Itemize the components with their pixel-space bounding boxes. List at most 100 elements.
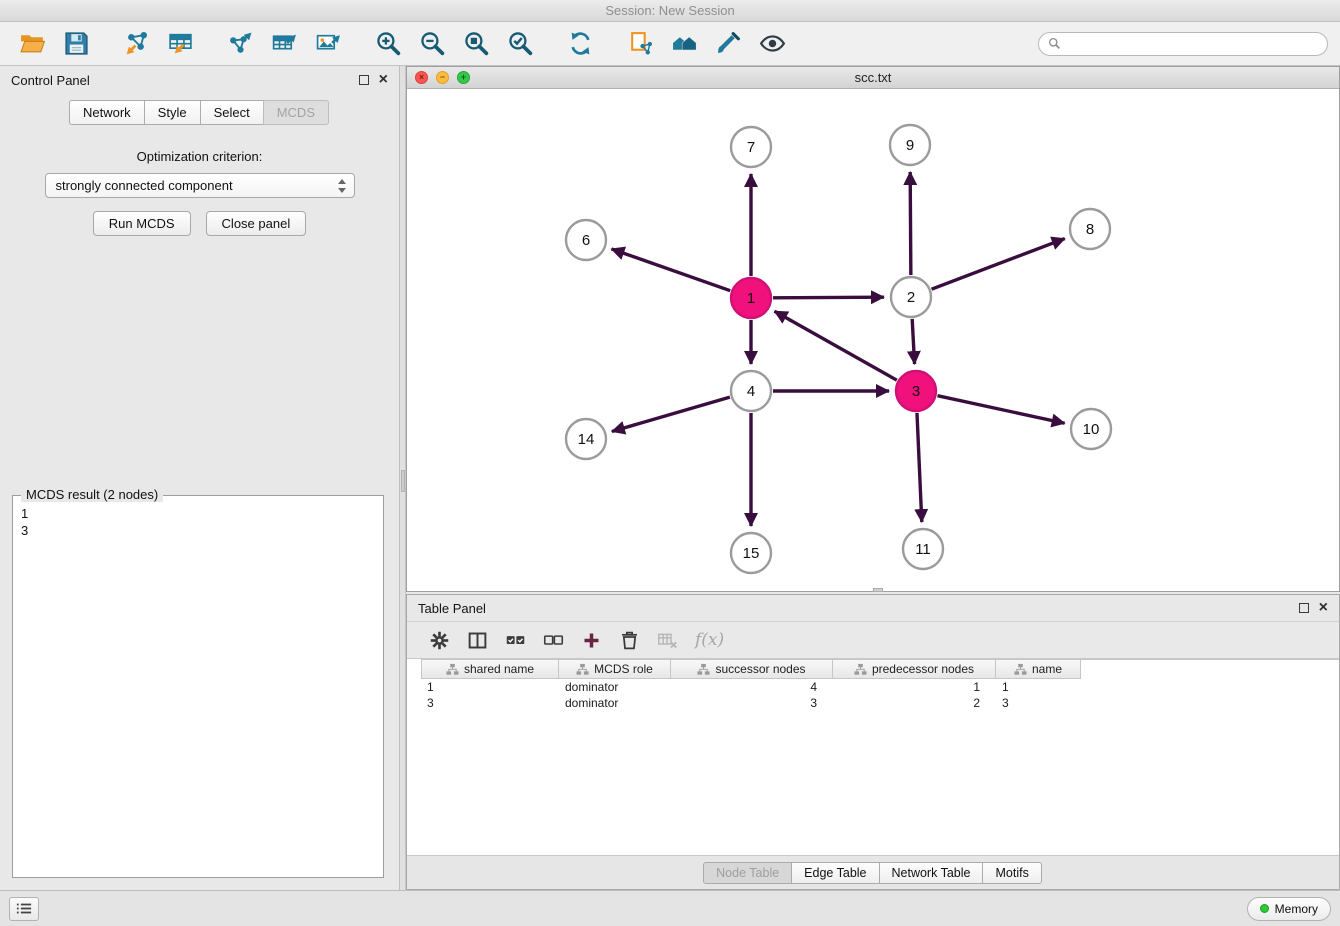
graph-node-14[interactable]: 14: [566, 419, 606, 459]
zoom-fit-button[interactable]: [456, 26, 496, 62]
unselect-all-columns-button[interactable]: [543, 630, 564, 651]
minimize-window-icon[interactable]: −: [436, 71, 449, 84]
criterion-value: strongly connected component: [56, 178, 337, 193]
close-panel-icon[interactable]: ×: [379, 75, 388, 85]
column-header-predecessor-nodes[interactable]: predecessor nodes: [833, 660, 996, 679]
table-cell: dominator: [559, 679, 671, 695]
export-table-button[interactable]: [264, 26, 304, 62]
splitter-handle[interactable]: [401, 470, 405, 492]
mcds-result-item: 1: [21, 505, 383, 522]
network-window: × − + scc.txt 7 9 6 8 1 2 4 3 14 10 15 11: [406, 66, 1340, 592]
delete-columns-button[interactable]: [619, 630, 640, 651]
column-type-icon: [697, 663, 710, 676]
delete-table-button: [657, 630, 678, 651]
maximize-window-icon[interactable]: +: [457, 71, 470, 84]
memory-button[interactable]: Memory: [1247, 897, 1331, 921]
graph-edge-2-9[interactable]: [910, 172, 911, 275]
clone-network-button[interactable]: [620, 26, 660, 62]
export-image-icon: [315, 30, 342, 57]
graph-edge-3-11[interactable]: [917, 413, 922, 522]
select-all-columns-button[interactable]: [505, 630, 526, 651]
graph-node-15[interactable]: 15: [731, 533, 771, 573]
tab-node-table[interactable]: Node Table: [703, 862, 792, 884]
table-settings-button[interactable]: [429, 630, 450, 651]
window-resize-handle[interactable]: [873, 588, 883, 592]
tab-select[interactable]: Select: [200, 100, 264, 125]
export-network-button[interactable]: [220, 26, 260, 62]
network-graph[interactable]: 7 9 6 8 1 2 4 3 14 10 15 11: [407, 89, 1339, 591]
show-columns-button[interactable]: [467, 630, 488, 651]
tab-network-table[interactable]: Network Table: [879, 862, 984, 884]
create-column-button[interactable]: [581, 630, 602, 651]
plus-icon: [581, 630, 602, 651]
table-cell: 2: [833, 695, 996, 711]
search-input[interactable]: [1067, 36, 1318, 51]
import-network-button[interactable]: [116, 26, 156, 62]
table-cell: 1: [996, 679, 1081, 695]
close-table-panel-icon[interactable]: ×: [1319, 603, 1328, 613]
graph-edge-1-6[interactable]: [611, 249, 730, 291]
graph-node-7[interactable]: 7: [731, 127, 771, 167]
graph-node-11[interactable]: 11: [903, 529, 943, 569]
column-header-name[interactable]: name: [996, 660, 1081, 679]
graph-node-1[interactable]: 1: [731, 278, 771, 318]
zoom-selected-button[interactable]: [500, 26, 540, 62]
function-builder-icon: f(x): [695, 630, 724, 650]
column-header-shared-name[interactable]: shared name: [421, 660, 559, 679]
paint-brush-icon: [715, 30, 742, 57]
table-row[interactable]: 1dominator411: [421, 679, 1339, 695]
float-table-panel-icon[interactable]: [1299, 603, 1309, 613]
column-header-MCDS-role[interactable]: MCDS role: [559, 660, 671, 679]
graph-edge-2-3[interactable]: [912, 319, 914, 364]
delete-table-disabled-icon: [657, 630, 678, 651]
float-panel-icon[interactable]: [359, 75, 369, 85]
graph-node-3[interactable]: 3: [896, 371, 936, 411]
export-image-button[interactable]: [308, 26, 348, 62]
network-window-titlebar[interactable]: × − + scc.txt: [407, 67, 1339, 89]
graph-edge-4-14[interactable]: [612, 397, 730, 431]
tab-mcds[interactable]: MCDS: [263, 100, 329, 125]
graphics-details-button[interactable]: [752, 26, 792, 62]
graph-node-6[interactable]: 6: [566, 220, 606, 260]
table-tabs-bar: Node TableEdge TableNetwork TableMotifs: [407, 855, 1339, 889]
zoom-out-button[interactable]: [412, 26, 452, 62]
search-field[interactable]: [1038, 32, 1328, 56]
tab-style[interactable]: Style: [144, 100, 201, 125]
tab-network[interactable]: Network: [69, 100, 145, 125]
table-row[interactable]: 3dominator323: [421, 695, 1339, 711]
graph-node-9[interactable]: 9: [890, 125, 930, 165]
column-type-icon: [576, 663, 589, 676]
graph-node-10[interactable]: 10: [1071, 409, 1111, 449]
apply-style-button[interactable]: [708, 26, 748, 62]
graph-node-4[interactable]: 4: [731, 371, 771, 411]
close-window-icon[interactable]: ×: [415, 71, 428, 84]
tab-edge-table[interactable]: Edge Table: [791, 862, 879, 884]
svg-text:11: 11: [915, 541, 931, 558]
status-bar: Memory: [0, 890, 1340, 926]
zoom-in-button[interactable]: [368, 26, 408, 62]
graph-edge-3-10[interactable]: [937, 396, 1064, 424]
column-header-successor-nodes[interactable]: successor nodes: [671, 660, 833, 679]
trash-icon: [619, 630, 640, 651]
graph-edge-2-8[interactable]: [932, 239, 1065, 290]
graph-edge-1-2[interactable]: [773, 297, 884, 298]
apply-layout-button[interactable]: [560, 26, 600, 62]
tab-motifs[interactable]: Motifs: [982, 862, 1041, 884]
mcds-result-item: 3: [21, 522, 383, 539]
open-session-button[interactable]: [12, 26, 52, 62]
graph-node-2[interactable]: 2: [891, 277, 931, 317]
svg-text:1: 1: [747, 290, 755, 307]
close-panel-button[interactable]: Close panel: [206, 211, 307, 236]
svg-text:2: 2: [907, 289, 915, 306]
graph-node-8[interactable]: 8: [1070, 209, 1110, 249]
show-all-button[interactable]: [664, 26, 704, 62]
criterion-dropdown[interactable]: strongly connected component: [45, 173, 355, 198]
graph-edge-3-1[interactable]: [775, 311, 897, 380]
network-window-title: scc.txt: [407, 70, 1339, 85]
task-history-button[interactable]: [9, 897, 39, 921]
table-body: 1dominator4113dominator323: [421, 679, 1339, 711]
save-session-button[interactable]: [56, 26, 96, 62]
run-mcds-button[interactable]: Run MCDS: [93, 211, 191, 236]
import-table-button[interactable]: [160, 26, 200, 62]
main-toolbar: [0, 22, 1340, 66]
